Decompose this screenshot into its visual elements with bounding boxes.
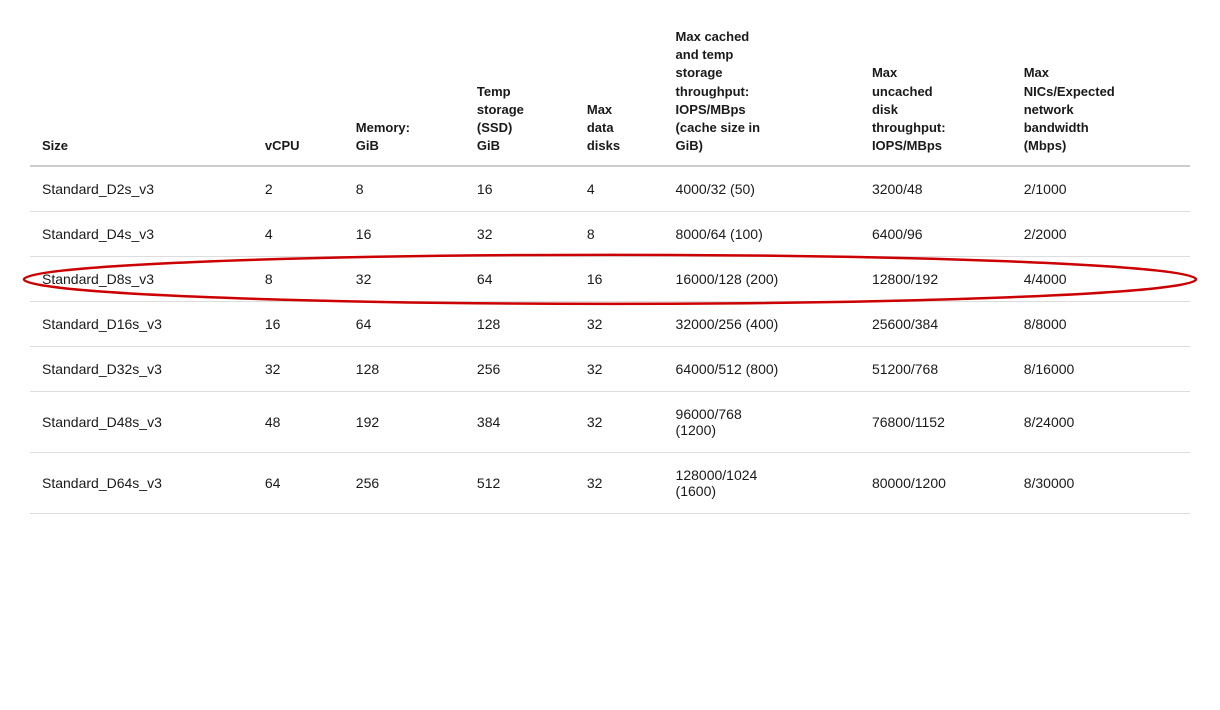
cell-vcpu: 32	[253, 347, 344, 392]
cell-max_nics: 2/2000	[1012, 212, 1190, 257]
cell-max_data_disks: 32	[575, 453, 664, 514]
cell-memory: 32	[344, 257, 465, 302]
cell-temp_storage: 16	[465, 166, 575, 212]
vm-sizes-table-container: SizevCPUMemory:GiBTempstorage(SSD)GiBMax…	[30, 20, 1190, 514]
cell-max_uncached: 12800/192	[860, 257, 1012, 302]
cell-max_uncached: 51200/768	[860, 347, 1012, 392]
cell-temp_storage: 384	[465, 392, 575, 453]
cell-max_nics: 8/16000	[1012, 347, 1190, 392]
cell-size: Standard_D4s_v3	[30, 212, 253, 257]
cell-size: Standard_D32s_v3	[30, 347, 253, 392]
cell-vcpu: 4	[253, 212, 344, 257]
cell-vcpu: 64	[253, 453, 344, 514]
cell-temp_storage: 64	[465, 257, 575, 302]
cell-max_nics: 4/4000	[1012, 257, 1190, 302]
cell-memory: 128	[344, 347, 465, 392]
cell-max_data_disks: 4	[575, 166, 664, 212]
cell-temp_storage: 32	[465, 212, 575, 257]
cell-max_nics: 2/1000	[1012, 166, 1190, 212]
column-header-size: Size	[30, 20, 253, 166]
table-row: Standard_D4s_v34163288000/64 (100)6400/9…	[30, 212, 1190, 257]
cell-max_cached: 32000/256 (400)	[664, 302, 860, 347]
column-header-max_uncached: Maxuncacheddiskthroughput:IOPS/MBps	[860, 20, 1012, 166]
cell-max_cached: 16000/128 (200)	[664, 257, 860, 302]
cell-max_data_disks: 32	[575, 392, 664, 453]
cell-max_cached: 8000/64 (100)	[664, 212, 860, 257]
cell-temp_storage: 256	[465, 347, 575, 392]
cell-temp_storage: 512	[465, 453, 575, 514]
cell-max_cached: 128000/1024(1600)	[664, 453, 860, 514]
cell-size: Standard_D48s_v3	[30, 392, 253, 453]
cell-memory: 8	[344, 166, 465, 212]
cell-vcpu: 16	[253, 302, 344, 347]
cell-memory: 64	[344, 302, 465, 347]
table-header-row: SizevCPUMemory:GiBTempstorage(SSD)GiBMax…	[30, 20, 1190, 166]
cell-max_uncached: 25600/384	[860, 302, 1012, 347]
cell-vcpu: 2	[253, 166, 344, 212]
cell-memory: 192	[344, 392, 465, 453]
cell-max_uncached: 80000/1200	[860, 453, 1012, 514]
table-row: Standard_D64s_v36425651232128000/1024(16…	[30, 453, 1190, 514]
cell-max_nics: 8/8000	[1012, 302, 1190, 347]
cell-max_nics: 8/24000	[1012, 392, 1190, 453]
cell-max_cached: 4000/32 (50)	[664, 166, 860, 212]
table-row: Standard_D32s_v3321282563264000/512 (800…	[30, 347, 1190, 392]
table-row: Standard_D48s_v3481923843296000/768(1200…	[30, 392, 1190, 453]
table-row: Standard_D16s_v316641283232000/256 (400)…	[30, 302, 1190, 347]
cell-max_cached: 64000/512 (800)	[664, 347, 860, 392]
cell-size: Standard_D16s_v3	[30, 302, 253, 347]
table-row: Standard_D2s_v3281644000/32 (50)3200/482…	[30, 166, 1190, 212]
column-header-max_cached: Max cachedand tempstoragethroughput:IOPS…	[664, 20, 860, 166]
cell-temp_storage: 128	[465, 302, 575, 347]
cell-vcpu: 8	[253, 257, 344, 302]
cell-max_cached: 96000/768(1200)	[664, 392, 860, 453]
column-header-max_data_disks: Maxdatadisks	[575, 20, 664, 166]
cell-size: Standard_D8s_v3	[30, 257, 253, 302]
cell-size: Standard_D64s_v3	[30, 453, 253, 514]
cell-max_data_disks: 32	[575, 302, 664, 347]
cell-max_data_disks: 32	[575, 347, 664, 392]
cell-max_data_disks: 16	[575, 257, 664, 302]
cell-max_uncached: 6400/96	[860, 212, 1012, 257]
cell-vcpu: 48	[253, 392, 344, 453]
column-header-vcpu: vCPU	[253, 20, 344, 166]
cell-memory: 256	[344, 453, 465, 514]
cell-max_nics: 8/30000	[1012, 453, 1190, 514]
column-header-max_nics: MaxNICs/Expectednetworkbandwidth(Mbps)	[1012, 20, 1190, 166]
cell-size: Standard_D2s_v3	[30, 166, 253, 212]
cell-max_data_disks: 8	[575, 212, 664, 257]
table-row: Standard_D8s_v3832641616000/128 (200)128…	[30, 257, 1190, 302]
cell-max_uncached: 76800/1152	[860, 392, 1012, 453]
column-header-temp_storage: Tempstorage(SSD)GiB	[465, 20, 575, 166]
vm-sizes-table: SizevCPUMemory:GiBTempstorage(SSD)GiBMax…	[30, 20, 1190, 514]
column-header-memory: Memory:GiB	[344, 20, 465, 166]
cell-max_uncached: 3200/48	[860, 166, 1012, 212]
cell-memory: 16	[344, 212, 465, 257]
